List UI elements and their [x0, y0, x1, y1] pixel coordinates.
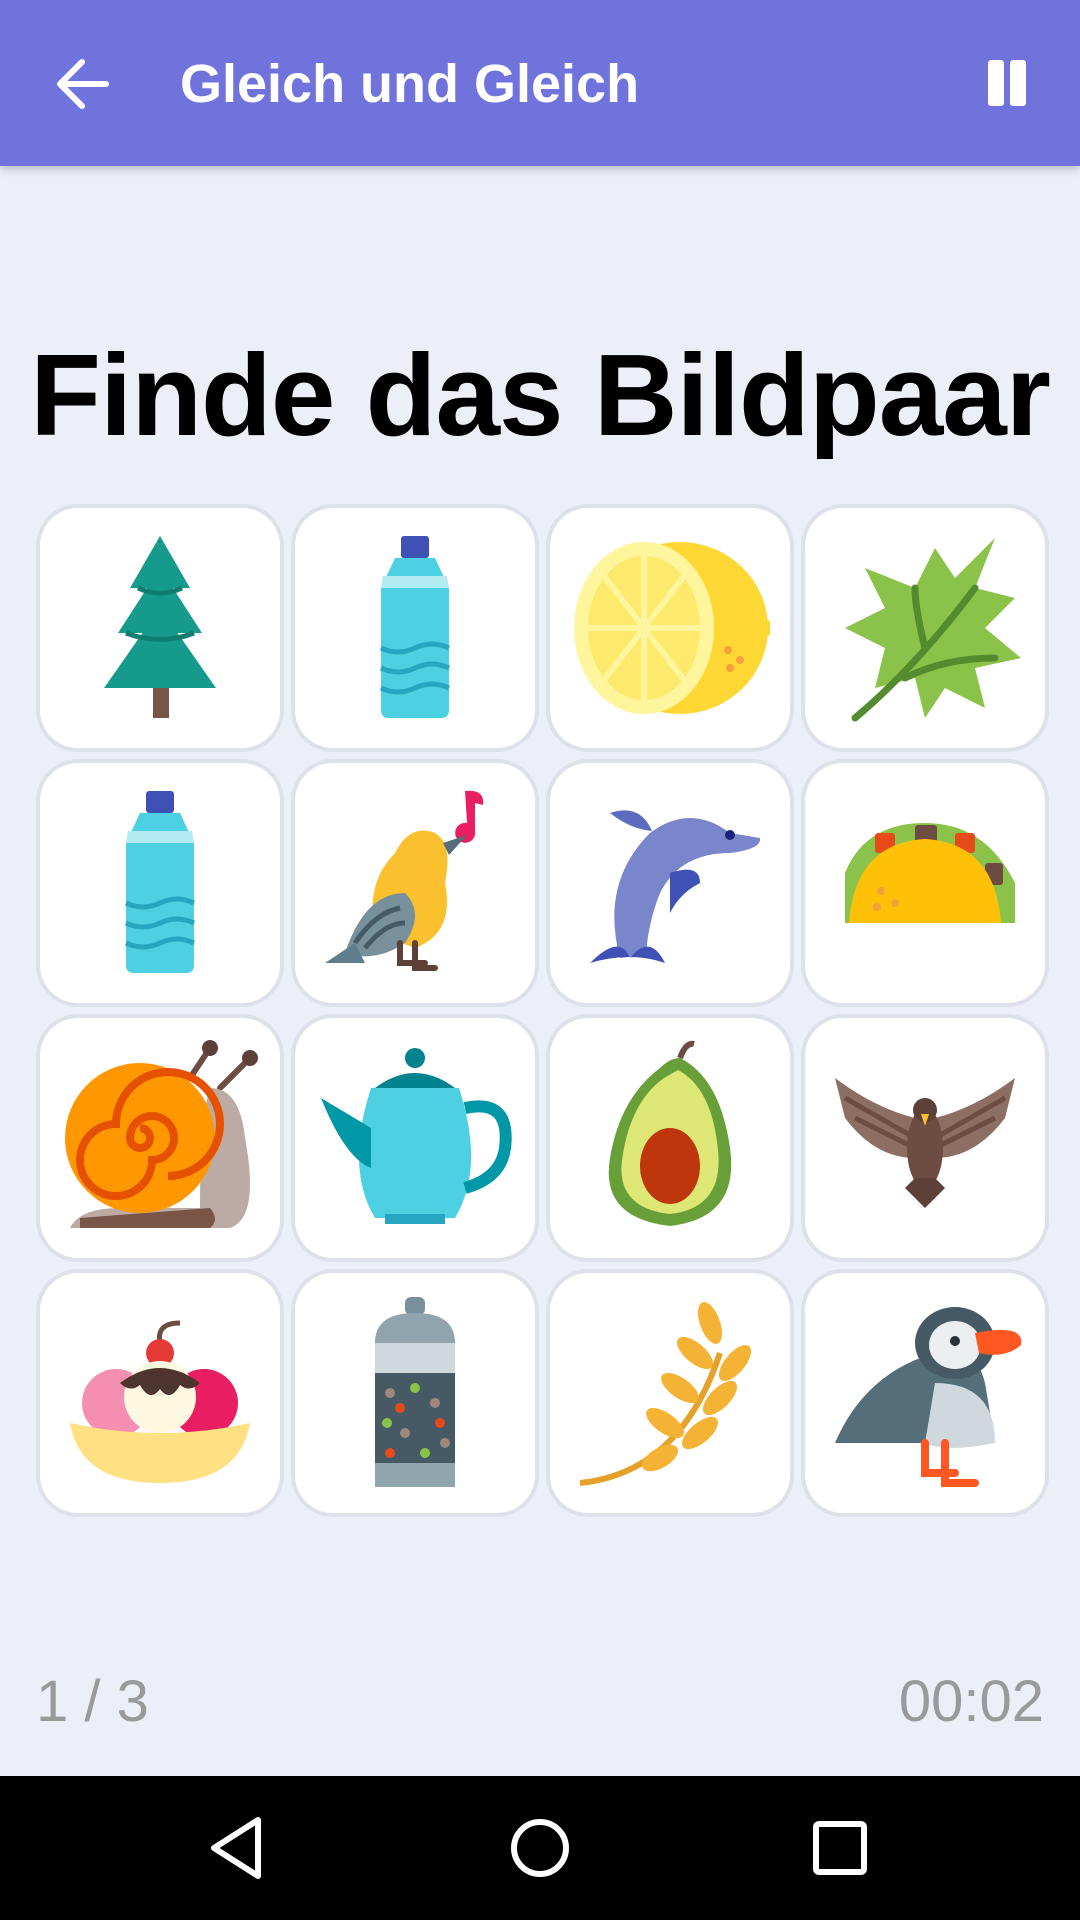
- card-avocado[interactable]: [550, 1018, 790, 1258]
- card-wheat[interactable]: [550, 1273, 790, 1513]
- card-banana-split[interactable]: [40, 1273, 280, 1513]
- system-nav-bar: [0, 1776, 1080, 1920]
- pause-icon-bar: [1010, 60, 1026, 106]
- card-lemon[interactable]: [550, 508, 790, 748]
- water-bottle-icon: [124, 791, 196, 973]
- nav-recents-icon: [813, 1821, 867, 1875]
- instruction-heading: Finde das Bildpaar: [30, 330, 1051, 460]
- taco-icon: [845, 823, 1015, 923]
- snail-icon: [65, 1040, 258, 1228]
- app-title: Gleich und Gleich: [180, 54, 640, 114]
- round-progress: 1 / 3: [36, 1669, 149, 1734]
- singing-bird-icon: [325, 790, 484, 971]
- dolphin-icon: [590, 810, 761, 963]
- card-taco[interactable]: [805, 763, 1045, 1003]
- back-button[interactable]: [44, 44, 124, 124]
- nav-home-icon: [511, 1819, 569, 1877]
- eagle-icon: [835, 1078, 1015, 1208]
- card-pepper-grinder[interactable]: [295, 1273, 535, 1513]
- nav-home-button[interactable]: [500, 1808, 580, 1888]
- card-dolphin[interactable]: [550, 763, 790, 1003]
- pause-button[interactable]: [982, 60, 1028, 106]
- card-singing-bird[interactable]: [295, 763, 535, 1003]
- pepper-grinder-icon: [375, 1297, 455, 1487]
- card-tree[interactable]: [40, 508, 280, 748]
- teapot-icon: [321, 1048, 512, 1224]
- pause-icon: [988, 60, 1004, 106]
- avocado-icon: [608, 1040, 732, 1226]
- banana-split-icon: [70, 1320, 250, 1483]
- leaf-icon: [845, 538, 1021, 722]
- card-snail[interactable]: [40, 1018, 280, 1258]
- card-water-bottle[interactable]: [40, 763, 280, 1003]
- lemon-icon: [574, 542, 770, 714]
- card-eagle[interactable]: [805, 1018, 1045, 1258]
- wheat-icon: [579, 1302, 752, 1486]
- tree-icon: [104, 536, 216, 718]
- arrow-left-icon: [57, 59, 109, 109]
- water-bottle-icon: [379, 536, 451, 718]
- nav-recents-button[interactable]: [800, 1808, 880, 1888]
- puffin-icon: [835, 1307, 1022, 1487]
- nav-back-button[interactable]: [200, 1808, 280, 1888]
- card-leaf[interactable]: [805, 508, 1045, 748]
- card-puffin[interactable]: [805, 1273, 1045, 1513]
- card-teapot[interactable]: [295, 1018, 535, 1258]
- card-grid: [36, 504, 1045, 1513]
- app-bar: Gleich und Gleich: [0, 0, 1080, 166]
- timer: 00:02: [898, 1669, 1044, 1734]
- nav-back-icon: [211, 1817, 261, 1879]
- card-water-bottle[interactable]: [295, 508, 535, 748]
